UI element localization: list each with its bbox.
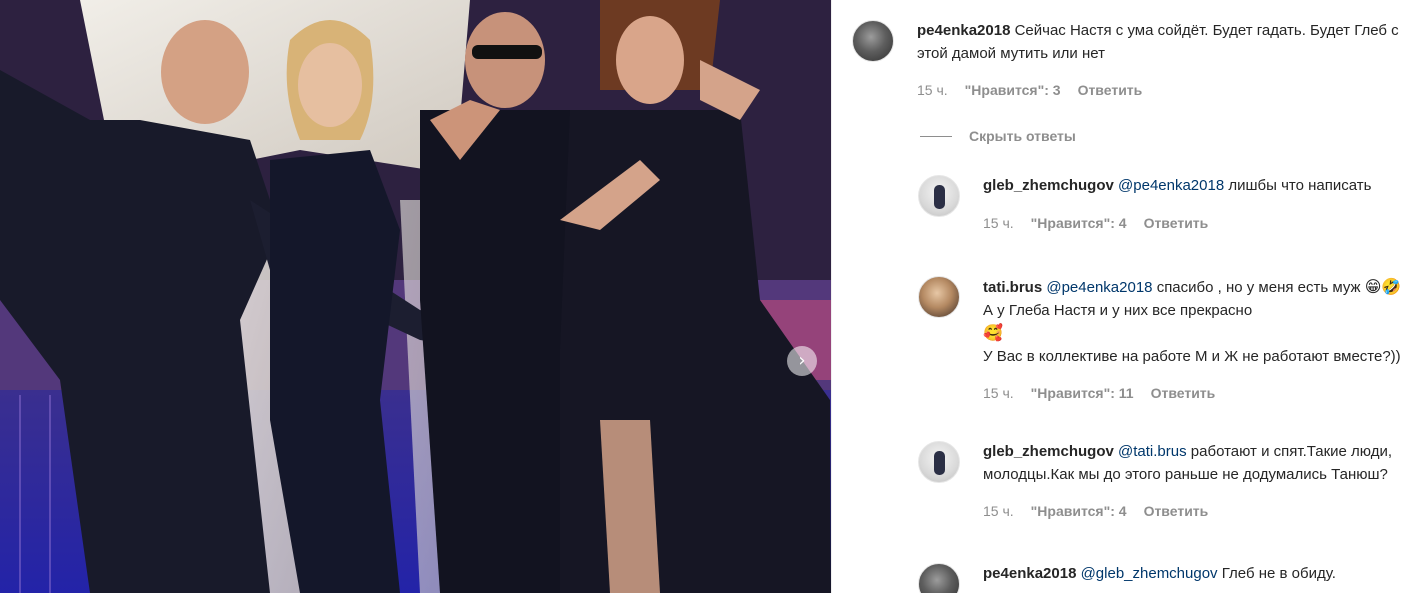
comment-meta: 15 ч. "Нравится": 4 Ответить	[983, 215, 1403, 231]
comment-message: Глеб не в обиду.	[1221, 565, 1336, 582]
comment-time[interactable]: 15 ч.	[983, 385, 1014, 401]
comments-panel: pe4enka2018 Сейчас Настя с ума сойдёт. Б…	[832, 0, 1417, 593]
comment-message: спасибо , но у меня есть муж	[1156, 279, 1361, 296]
avatar[interactable]	[918, 175, 960, 217]
comment-message: А у Глеба Настя и у них все прекрасно	[983, 301, 1253, 319]
mention-link[interactable]: @tati.brus	[1118, 443, 1187, 460]
avatar[interactable]	[918, 563, 960, 593]
reply-comment: gleb_zhemchugov @tati.brus работают и сп…	[918, 441, 1413, 519]
reply-comment: gleb_zhemchugov @pe4enka2018 лишбы что н…	[918, 175, 1413, 231]
hide-replies-label: Скрыть ответы	[969, 128, 1076, 144]
comment-time[interactable]: 15 ч.	[983, 215, 1014, 231]
reply-button[interactable]: Ответить	[1151, 385, 1216, 401]
avatar[interactable]	[918, 276, 960, 318]
avatar[interactable]	[918, 441, 960, 483]
username-link[interactable]: pe4enka2018	[983, 565, 1076, 582]
likes-count[interactable]: "Нравится": 11	[1031, 385, 1134, 401]
mention-link[interactable]: @pe4enka2018	[1118, 177, 1224, 194]
post-photo: ›	[0, 0, 831, 593]
comment-text: gleb_zhemchugov @pe4enka2018 лишбы что н…	[983, 175, 1403, 198]
avatar[interactable]	[852, 20, 894, 62]
username-link[interactable]: gleb_zhemchugov	[983, 443, 1114, 460]
comment-time[interactable]: 15 ч.	[917, 82, 948, 98]
likes-count[interactable]: "Нравится": 3	[965, 82, 1061, 98]
username-link[interactable]: pe4enka2018	[917, 22, 1010, 39]
comment: pe4enka2018 Сейчас Настя с ума сойдёт. Б…	[852, 20, 1412, 98]
mention-link[interactable]: @gleb_zhemchugov	[1081, 565, 1218, 582]
comment-text: tati.brus @pe4enka2018 спасибо , но у ме…	[983, 276, 1403, 368]
emoji: 🥰	[983, 323, 1003, 342]
likes-count[interactable]: "Нравится": 4	[1031, 215, 1127, 231]
reply-button[interactable]: Ответить	[1144, 503, 1209, 519]
comment-message: У Вас в коллективе на работе М и Ж не ра…	[983, 347, 1401, 365]
comment-text: pe4enka2018 Сейчас Настя с ума сойдёт. Б…	[917, 20, 1412, 65]
reply-button[interactable]: Ответить	[1144, 215, 1209, 231]
reply-comment: tati.brus @pe4enka2018 спасибо , но у ме…	[918, 276, 1413, 401]
chevron-right-icon: ›	[798, 350, 806, 371]
comment-meta: 15 ч. "Нравится": 3 Ответить	[917, 82, 1412, 98]
comment-text: gleb_zhemchugov @tati.brus работают и сп…	[983, 441, 1403, 486]
divider-line	[920, 135, 952, 137]
emoji: 😁🤣	[1364, 277, 1402, 296]
post-photo-illustration	[0, 0, 831, 593]
reply-comment: pe4enka2018 @gleb_zhemchugov Глеб не в о…	[918, 563, 1413, 593]
next-photo-button[interactable]: ›	[787, 346, 817, 376]
username-link[interactable]: tati.brus	[983, 279, 1042, 296]
comment-meta: 15 ч. "Нравится": 4 Ответить	[983, 503, 1403, 519]
comment-message: лишбы что написать	[1228, 177, 1372, 194]
mention-link[interactable]: @pe4enka2018	[1046, 279, 1152, 296]
comment-text: pe4enka2018 @gleb_zhemchugov Глеб не в о…	[983, 563, 1403, 586]
reply-button[interactable]: Ответить	[1078, 82, 1143, 98]
hide-replies-button[interactable]: Скрыть ответы	[920, 128, 1076, 144]
likes-count[interactable]: "Нравится": 4	[1031, 503, 1127, 519]
username-link[interactable]: gleb_zhemchugov	[983, 177, 1114, 194]
comment-time[interactable]: 15 ч.	[983, 503, 1014, 519]
comment-meta: 15 ч. "Нравится": 11 Ответить	[983, 385, 1403, 401]
